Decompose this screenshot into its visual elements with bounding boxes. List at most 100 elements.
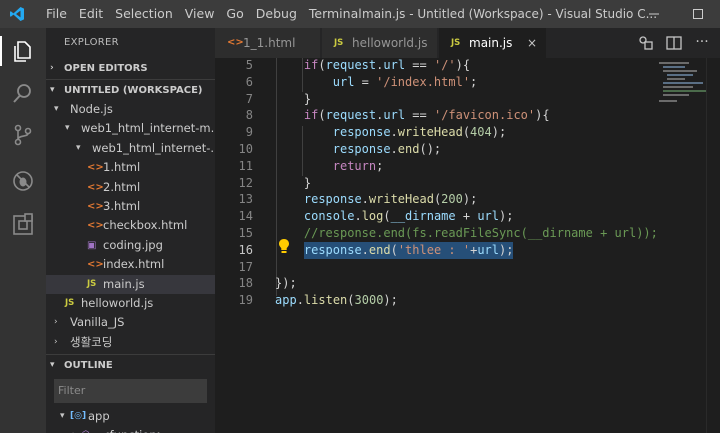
outline-tree: ▾ [◎]app › ⬡ <function>: [46, 407, 215, 433]
code-text: response.writeHead(404);: [333, 124, 506, 141]
tree-item[interactable]: ▾ web1_html_internet-m...: [46, 119, 215, 138]
open-editors-label: OPEN EDITORS: [64, 63, 148, 74]
open-changes-icon[interactable]: [637, 34, 655, 52]
code-token: .: [354, 209, 362, 224]
code-line: 12}: [215, 175, 655, 192]
code-token: '/index.html': [376, 74, 471, 89]
outline-filter-input[interactable]: Filter: [54, 379, 207, 404]
code-token: (: [318, 108, 326, 123]
tab-helloworld-js[interactable]: JS helloworld.js: [322, 28, 438, 58]
chevron-down-icon: ▾: [76, 142, 81, 153]
code-token: .: [390, 125, 398, 140]
menu-selection[interactable]: Selection: [109, 0, 179, 28]
code-token: response: [332, 142, 391, 156]
js-file-icon: JS: [65, 297, 75, 308]
debug-icon[interactable]: [11, 169, 35, 193]
code-token: end: [397, 142, 420, 156]
menu-view[interactable]: View: [179, 0, 221, 28]
extensions-icon[interactable]: [11, 213, 35, 237]
minimize-button[interactable]: [632, 0, 676, 28]
tab-label: 1_1.html: [243, 36, 296, 50]
window-title: main.js - Untitled (Workspace) - Visual …: [362, 7, 658, 21]
function-icon: ⬡: [82, 426, 90, 433]
outline-item[interactable]: › ⬡ <function>: [46, 426, 215, 433]
code-text: }: [304, 175, 311, 192]
chevron-down-icon: ▾: [50, 85, 55, 95]
code-text: }: [304, 91, 311, 108]
code-token: '/': [433, 58, 456, 72]
code-token: ();: [419, 142, 442, 156]
outline-item[interactable]: ▾ [◎] app: [46, 407, 215, 426]
code-token: .: [361, 242, 369, 257]
tab-label: helloworld.js: [352, 36, 428, 50]
tree-item-label: web1_html_internet-m...: [81, 121, 215, 136]
source-control-icon[interactable]: [11, 123, 35, 147]
menu-bar: File Edit Selection View Go Debug Termin…: [40, 0, 368, 28]
code-token: (: [318, 58, 326, 72]
workspace-section[interactable]: ▾ UNTITLED (WORKSPACE): [46, 79, 215, 100]
code-line: 5 if(request.url == '/'){: [215, 57, 655, 74]
tree-item-label: main.js: [103, 276, 145, 291]
selected-code: response.end('thlee : '+url);: [303, 241, 514, 259]
tree-item[interactable]: ▣ coding.jpg: [46, 236, 215, 255]
tree-item[interactable]: <> checkbox.html: [46, 216, 215, 235]
split-editor-icon[interactable]: [665, 34, 683, 52]
code-token: (: [462, 125, 471, 140]
chevron-right-icon: ›: [54, 317, 58, 328]
tree-item[interactable]: JS main.js: [46, 274, 215, 294]
tree-item[interactable]: <> 2.html: [46, 178, 215, 197]
html-file-icon: <>: [87, 220, 104, 232]
menu-file[interactable]: File: [40, 0, 73, 28]
outline-section[interactable]: ▾ OUTLINE: [46, 354, 215, 375]
tree-item[interactable]: › 생활코딩: [46, 333, 215, 352]
vertical-scrollbar[interactable]: [706, 58, 720, 433]
tree-item[interactable]: <> 3.html: [46, 197, 215, 216]
more-actions-icon[interactable]: ···: [693, 34, 711, 52]
code-token: );: [383, 293, 398, 308]
code-line: 14 console.log(__dirname + url);: [215, 208, 655, 225]
chevron-down-icon: ▾: [65, 123, 70, 134]
tab-main-js[interactable]: JS main.js ×: [439, 28, 547, 58]
close-icon[interactable]: ×: [527, 28, 537, 58]
chevron-down-icon: ▾: [60, 411, 65, 422]
code-token: });: [275, 276, 297, 291]
code-editor[interactable]: 5 if(request.url == '/'){6 url = '/index.h…: [215, 58, 720, 433]
code-token: if: [303, 108, 319, 123]
menu-edit[interactable]: Edit: [73, 0, 109, 28]
tree-item[interactable]: › Vanilla_JS: [46, 313, 215, 332]
code-line: 6 url = '/index.html';: [215, 74, 655, 91]
html-file-icon: <>: [87, 162, 104, 174]
code-text: if(request.url == '/'){: [304, 57, 470, 74]
code-token: );: [499, 242, 514, 257]
explorer-icon[interactable]: [11, 39, 35, 63]
maximize-icon: [693, 9, 703, 19]
js-file-icon: JS: [87, 278, 97, 289]
search-icon[interactable]: [11, 81, 35, 105]
code-token: =: [354, 74, 377, 89]
tree-item[interactable]: ▾ Node.js: [46, 100, 215, 119]
menu-go[interactable]: Go: [220, 0, 249, 28]
tab-1-1-html[interactable]: <> 1_1.html: [215, 28, 321, 58]
code-token: //response.end(fs.readFileSync(__dirname…: [303, 226, 658, 240]
code-token: +: [455, 209, 478, 224]
tree-item[interactable]: JS helloworld.js: [46, 294, 215, 313]
tree-item[interactable]: ▾ web1_html_internet-...: [46, 139, 215, 158]
code-line: 11 return;: [215, 158, 655, 175]
minimize-icon: [649, 13, 659, 15]
open-editors-section[interactable]: › OPEN EDITORS: [46, 58, 215, 79]
tree-item[interactable]: <> 1.html: [46, 158, 215, 177]
code-token: ;: [376, 158, 384, 173]
code-token: );: [462, 192, 478, 207]
tree-item-label: 생활코딩: [70, 334, 113, 349]
menu-debug[interactable]: Debug: [250, 0, 303, 28]
active-indicator: [0, 36, 2, 66]
lightbulb-icon[interactable]: [277, 238, 291, 254]
menu-terminal[interactable]: Terminal: [303, 0, 368, 28]
tree-item[interactable]: <> index.html: [46, 255, 215, 274]
maximize-button[interactable]: [676, 0, 720, 28]
code-token: }: [303, 175, 312, 190]
code-token: (: [383, 209, 391, 224]
code-token: ==: [405, 58, 434, 72]
tree-item-label: checkbox.html: [103, 218, 188, 233]
vscode-window: File Edit Selection View Go Debug Termin…: [0, 0, 720, 433]
